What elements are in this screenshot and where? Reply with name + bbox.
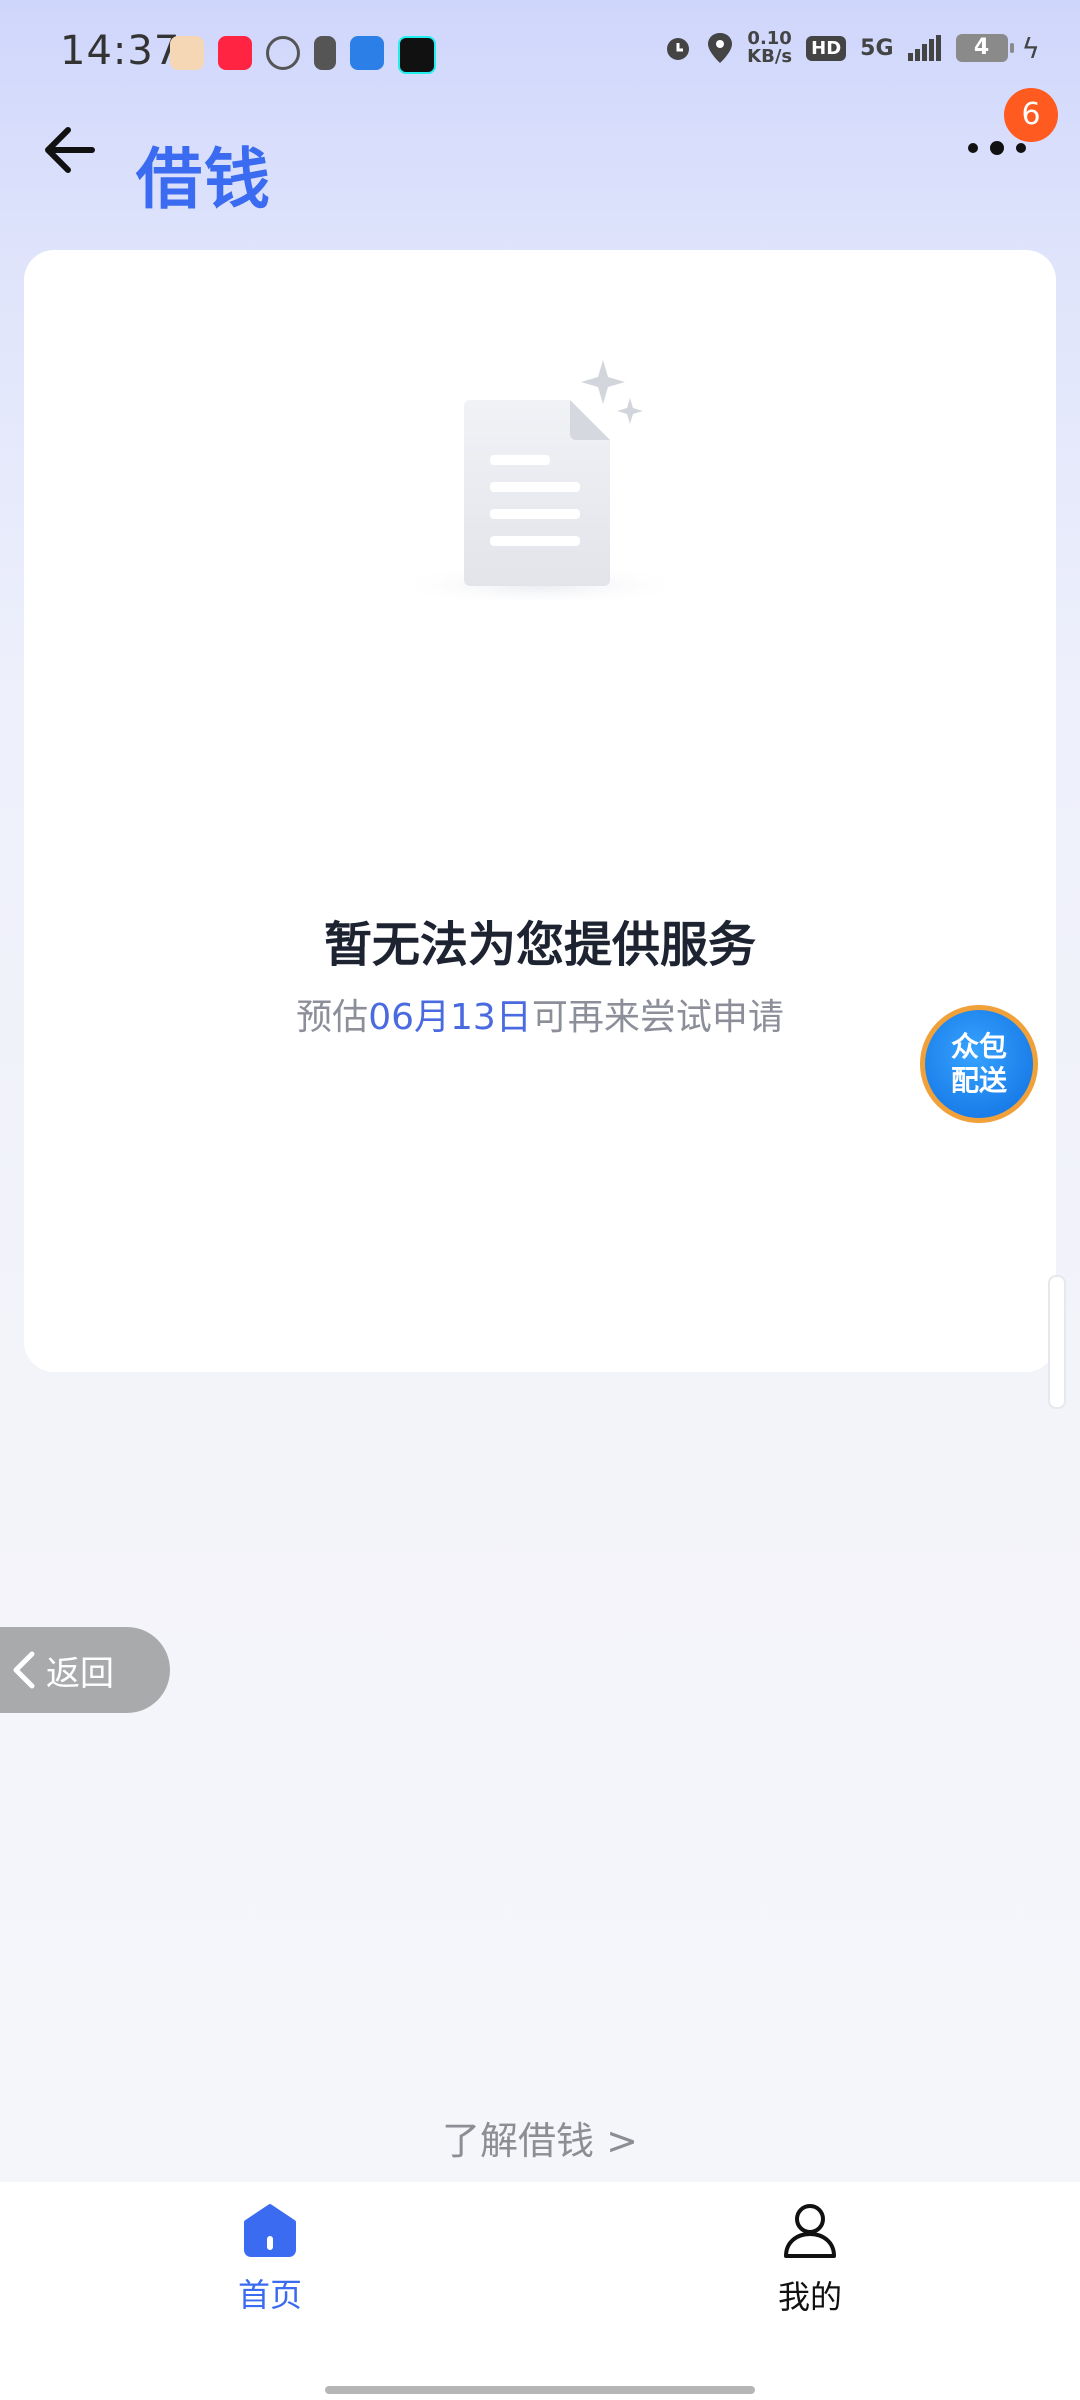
charging-icon: ϟ — [1021, 31, 1040, 65]
back-arrow-icon[interactable] — [40, 120, 110, 180]
system-icons: 0.10 KB/s HD 5G 4 ϟ — [663, 30, 1040, 66]
hd-icon: HD — [806, 35, 847, 61]
tab-mine[interactable]: 我的 — [730, 2202, 890, 2318]
learn-borrowing-link[interactable]: 了解借钱 > — [0, 2110, 1080, 2165]
page-title: 借钱 — [136, 141, 272, 218]
chevron-left-icon — [13, 1651, 35, 1689]
return-button[interactable]: 返回 — [0, 1627, 170, 1713]
crowdsource-delivery-button[interactable]: 众包 配送 — [920, 1005, 1038, 1123]
subtitle-prefix: 预估 — [296, 997, 369, 1038]
app-notification-icon — [350, 36, 384, 70]
retry-date: 06月13日 — [368, 997, 532, 1038]
bubble-line-1: 众包 — [950, 1030, 1007, 1063]
return-label: 返回 — [46, 1653, 114, 1694]
status-time: 14:37 — [60, 28, 181, 74]
empty-document-icon — [390, 360, 690, 600]
signal-5g-icon: 5G — [860, 35, 894, 61]
bottom-navigation: 首页 我的 — [0, 2182, 1080, 2400]
notification-badge: 6 — [1004, 88, 1058, 142]
empty-state-subtitle: 预估06月13日可再来尝试申请 — [0, 988, 1080, 1040]
alarm-icon — [667, 38, 690, 60]
home-indicator[interactable] — [325, 2386, 755, 2394]
tab-home[interactable]: 首页 — [190, 2202, 350, 2316]
dewu-app-icon — [398, 36, 436, 74]
scroll-handle[interactable] — [1048, 1275, 1066, 1409]
more-dot-icon — [990, 141, 1004, 155]
battery-icon: 4 — [955, 34, 1014, 62]
more-dot-icon — [968, 143, 978, 153]
signal-bars-icon — [907, 35, 941, 61]
tab-home-label: 首页 — [237, 2276, 302, 2314]
more-dot-icon — [1016, 143, 1026, 153]
status-bar: 14:37 0.10 KB/s HD 5G 4 ϟ — [0, 0, 1080, 105]
bubble-line-2: 配送 — [950, 1064, 1007, 1097]
home-icon — [244, 2204, 296, 2257]
tab-mine-label: 我的 — [777, 2278, 842, 2316]
empty-state-title: 暂无法为您提供服务 — [323, 917, 756, 973]
xiaohongshu-icon — [218, 36, 252, 70]
sim-card-icon — [314, 36, 336, 70]
subtitle-suffix: 可再来尝试申请 — [531, 997, 784, 1038]
notification-icons — [170, 36, 436, 74]
location-icon — [708, 33, 733, 63]
app-notification-icon — [170, 36, 204, 70]
net-speed: 0.10 KB/s — [747, 28, 793, 67]
user-icon — [784, 2204, 836, 2258]
network-globe-icon — [266, 36, 300, 70]
